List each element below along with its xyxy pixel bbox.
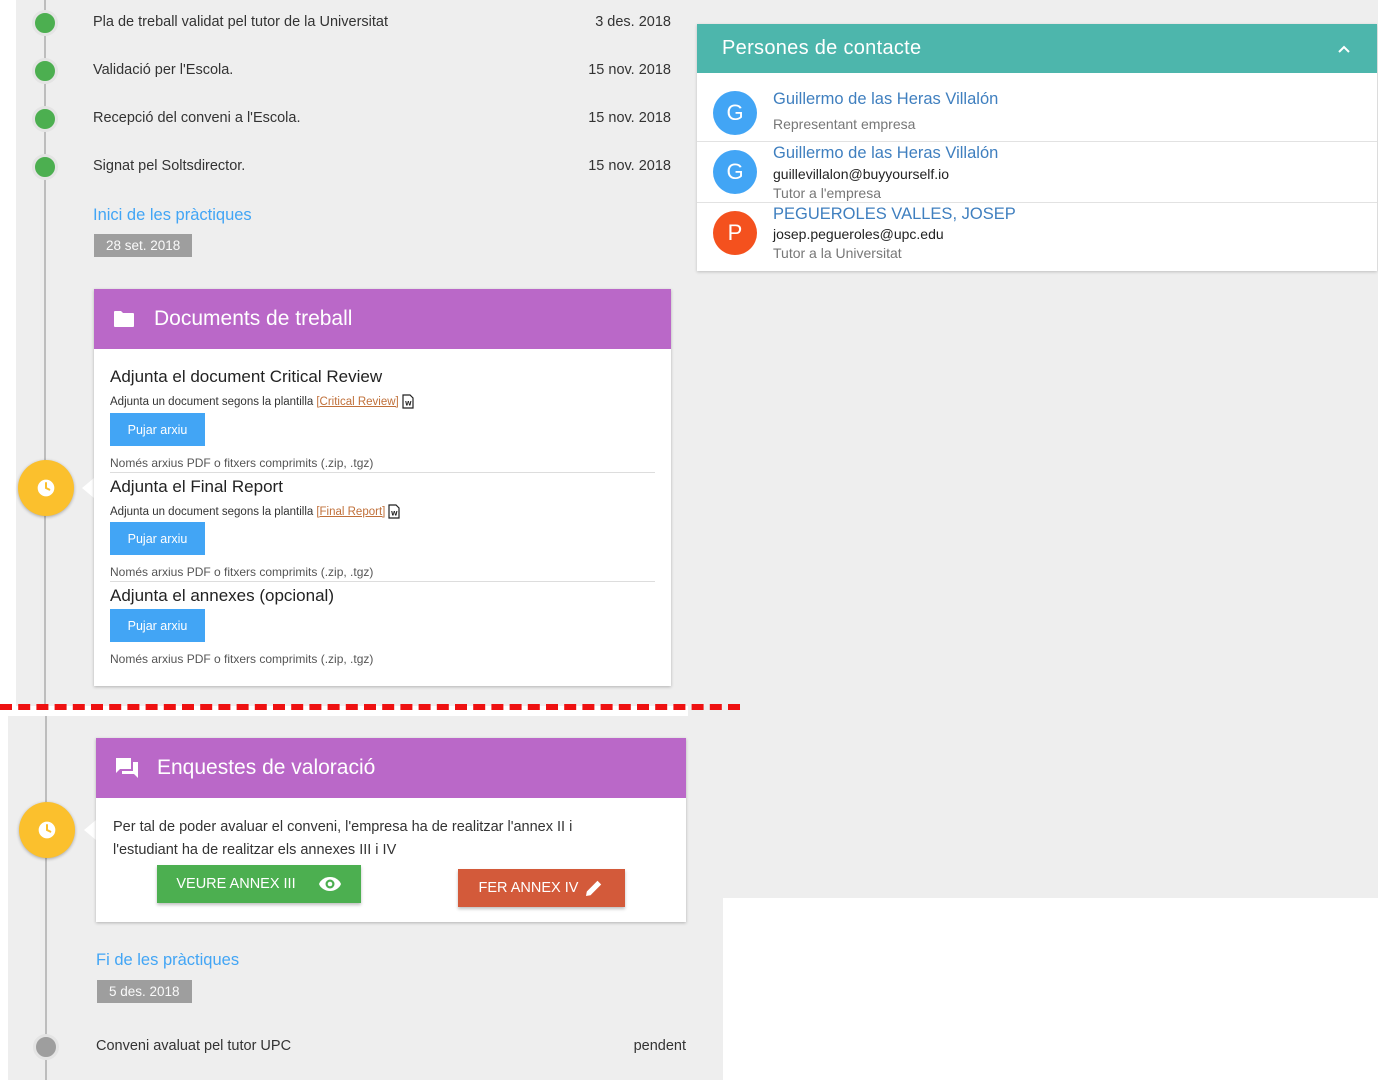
- status-dot-pending: [33, 1034, 59, 1060]
- svg-text:W: W: [405, 401, 412, 408]
- timeline-line: [45, 716, 47, 1080]
- survey-card: Enquestes de valoració Per tal de poder …: [96, 738, 686, 922]
- scroll-cut-separator: [0, 704, 740, 710]
- timeline-step-date: 15 nov. 2018: [588, 158, 671, 174]
- folder-icon: [114, 311, 134, 327]
- chat-icon: [116, 758, 138, 778]
- item-divider: [110, 581, 655, 582]
- contacts-card-header[interactable]: Persones de contacte: [697, 24, 1377, 73]
- timeline-step-date: 3 des. 2018: [595, 14, 671, 30]
- pending-step-badge: [18, 460, 74, 516]
- status-dot-complete: [32, 154, 58, 180]
- item-divider: [110, 472, 655, 473]
- timeline-step-status: pendent: [633, 1038, 686, 1054]
- avatar: G: [713, 150, 757, 194]
- upload-file-button[interactable]: Pujar arxiu: [110, 413, 205, 446]
- timeline-step-text: Conveni avaluat pel tutor UPC: [96, 1038, 292, 1054]
- document-item-subtitle: Adjunta un document segons la plantilla …: [110, 394, 414, 409]
- clock-icon: [38, 821, 56, 839]
- timeline-step-text: Validació per l'Escola.: [93, 62, 234, 78]
- pencil-icon: [586, 880, 602, 896]
- card-pointer: [84, 820, 96, 840]
- timeline-step-text: Recepció del conveni a l'Escola.: [93, 110, 301, 126]
- survey-card-header: Enquestes de valoració: [96, 738, 686, 798]
- view-annex-iii-button[interactable]: VEURE ANNEX III: [157, 865, 361, 903]
- timeline-step-date: 15 nov. 2018: [588, 62, 671, 78]
- contact-name[interactable]: PEGUEROLES VALLES, JOSEP: [773, 205, 1016, 224]
- timeline-step-text: Signat pel Soltsdirector.: [93, 158, 246, 174]
- timeline-step-date: 15 nov. 2018: [588, 110, 671, 126]
- template-link-final-report[interactable]: [Final Report]: [316, 506, 385, 518]
- avatar: P: [713, 211, 757, 255]
- date-badge: 5 des. 2018: [97, 980, 192, 1003]
- upload-file-button[interactable]: Pujar arxiu: [110, 522, 205, 555]
- document-item-subtitle: Adjunta un document segons la plantilla …: [110, 504, 400, 519]
- upload-hint: Només arxius PDF o fitxers comprimits (.…: [110, 652, 374, 666]
- fill-annex-iv-button[interactable]: FER ANNEX IV: [458, 869, 625, 907]
- word-document-icon: W: [402, 394, 414, 409]
- survey-instructions: Per tal de poder avaluar el conveni, l'e…: [113, 819, 573, 858]
- template-link-critical-review[interactable]: [Critical Review]: [316, 396, 398, 408]
- panel-edge: [705, 898, 723, 1080]
- card-pointer: [82, 478, 94, 498]
- date-badge: 28 set. 2018: [94, 234, 193, 257]
- contact-email[interactable]: guillevillalon@buyyourself.io: [773, 166, 949, 182]
- contact-role: Representant empresa: [773, 116, 916, 132]
- status-dot-complete: [32, 58, 58, 84]
- chevron-up-icon[interactable]: [1337, 44, 1351, 54]
- section-title-end: Fi de les pràctiques: [96, 951, 240, 969]
- document-item-title: Adjunta el Final Report: [110, 477, 283, 496]
- document-item-title: Adjunta el document Critical Review: [110, 367, 383, 386]
- upload-hint: Només arxius PDF o fitxers comprimits (.…: [110, 565, 374, 579]
- status-dot-complete: [32, 10, 58, 36]
- status-dot-complete: [32, 106, 58, 132]
- contact-role: Tutor a l'empresa: [773, 185, 881, 201]
- document-item-instruction: Adjunta un document segons la plantilla: [110, 505, 314, 518]
- fill-annex-iv-label: FER ANNEX IV: [478, 880, 579, 896]
- documents-card-header: Documents de treball: [94, 289, 671, 349]
- pending-step-badge: [19, 802, 75, 858]
- word-document-icon: W: [388, 504, 400, 519]
- document-item-title: Adjunta el annexes (opcional): [110, 586, 334, 605]
- documents-card-title: Documents de treball: [154, 307, 353, 330]
- contact-item[interactable]: P PEGUEROLES VALLES, JOSEP josep.peguero…: [697, 203, 1377, 271]
- svg-text:W: W: [391, 511, 398, 518]
- upload-hint: Només arxius PDF o fitxers comprimits (.…: [110, 456, 374, 470]
- contacts-card-title: Persones de contacte: [722, 37, 922, 59]
- document-item-instruction: Adjunta un document segons la plantilla: [110, 395, 314, 408]
- eye-icon: [318, 877, 341, 891]
- documents-card: Documents de treball Adjunta el document…: [94, 289, 671, 686]
- contact-name[interactable]: Guillermo de las Heras Villalón: [773, 90, 998, 109]
- contact-item[interactable]: G Guillermo de las Heras Villalón guille…: [697, 142, 1377, 203]
- clock-icon: [37, 479, 55, 497]
- view-annex-iii-label: VEURE ANNEX III: [176, 876, 296, 892]
- contact-name[interactable]: Guillermo de las Heras Villalón: [773, 144, 998, 163]
- contact-item[interactable]: G Guillermo de las Heras Villalón Repres…: [697, 73, 1377, 142]
- contact-email[interactable]: josep.pegueroles@upc.edu: [773, 226, 944, 242]
- contact-role: Tutor a la Universitat: [773, 245, 902, 261]
- survey-card-title: Enquestes de valoració: [157, 756, 376, 779]
- contacts-card: Persones de contacte G Guillermo de las …: [697, 24, 1377, 271]
- upload-file-button[interactable]: Pujar arxiu: [110, 609, 205, 642]
- section-title-start: Inici de les pràctiques: [93, 206, 252, 224]
- timeline-step-text: Pla de treball validat pel tutor de la U…: [93, 14, 388, 30]
- avatar: G: [713, 91, 757, 135]
